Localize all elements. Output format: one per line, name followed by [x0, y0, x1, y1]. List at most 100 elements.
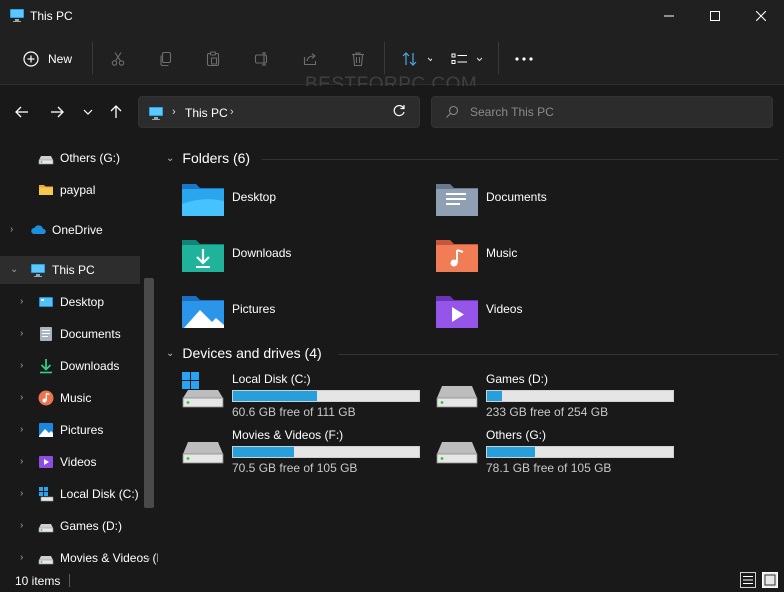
sidebar-item-documents[interactable]: › Documents	[0, 320, 140, 348]
chevron-right-icon[interactable]: ›	[20, 488, 23, 499]
sidebar-item-local-disk-c[interactable]: › Local Disk (C:)	[0, 480, 140, 508]
delete-button[interactable]	[346, 45, 370, 73]
sidebar-item-this-pc[interactable]: ⌄ This PC	[0, 256, 140, 284]
cut-button[interactable]	[106, 45, 130, 73]
sidebar-item-others-g[interactable]: Others (G:)	[0, 144, 140, 172]
sidebar-item-music[interactable]: › Music	[0, 384, 140, 412]
refresh-button[interactable]	[392, 104, 406, 121]
sidebar-item-desktop[interactable]: › Desktop	[0, 288, 140, 316]
folder-tile-documents[interactable]: Documents	[436, 182, 686, 232]
drive-tile-f[interactable]: Movies & Videos (F:) 70.5 GB free of 105…	[182, 428, 432, 480]
chevron-right-icon[interactable]: ›	[20, 360, 23, 371]
close-button[interactable]	[738, 0, 784, 32]
sidebar-item-games-d[interactable]: › Games (D:)	[0, 512, 140, 540]
chevron-right-icon[interactable]: ›	[20, 456, 23, 467]
address-row: › This PC ›	[0, 86, 784, 138]
sidebar-item-label: Local Disk (C:)	[60, 487, 139, 501]
sidebar-item-label: Documents	[60, 327, 121, 341]
search-input[interactable]	[470, 103, 760, 121]
folder-tile-videos[interactable]: Videos	[436, 294, 686, 344]
address-bar[interactable]: › This PC ›	[138, 96, 420, 128]
drives-group-header[interactable]: ⌄ Devices and drives (4)	[166, 345, 322, 361]
folder-label: Desktop	[232, 190, 277, 204]
folder-tile-desktop[interactable]: Desktop	[182, 182, 432, 232]
videos-icon	[38, 454, 54, 473]
maximize-icon	[710, 11, 720, 21]
maximize-button[interactable]	[692, 0, 738, 32]
sidebar-item-label: paypal	[60, 183, 96, 197]
forward-button[interactable]	[44, 100, 70, 124]
sidebar-item-label: This PC	[52, 263, 95, 277]
drive-free-space: 60.6 GB free of 111 GB	[232, 405, 356, 419]
windows-drive-icon	[38, 486, 54, 505]
title-bar: This PC	[0, 0, 784, 32]
close-icon	[756, 11, 766, 21]
paste-button[interactable]	[201, 45, 225, 73]
folders-group-header[interactable]: ⌄ Folders (6)	[166, 150, 250, 166]
navigation-pane: Others (G:) paypal › OneDrive ⌄ This PC …	[0, 138, 158, 568]
back-button[interactable]	[9, 100, 35, 124]
drive-usage-bar	[486, 390, 674, 402]
sidebar-item-onedrive[interactable]: › OneDrive	[0, 216, 140, 244]
details-view-button[interactable]	[740, 572, 756, 588]
item-count: 10 items	[15, 574, 61, 588]
tiles-view-button[interactable]	[762, 572, 778, 588]
chevron-right-icon[interactable]: ›	[20, 520, 23, 531]
drive-icon	[38, 518, 54, 537]
chevron-down-icon[interactable]: ⌄	[10, 264, 18, 275]
copy-icon	[160, 51, 172, 67]
sidebar-item-downloads[interactable]: › Downloads	[0, 352, 140, 380]
documents-icon	[38, 326, 54, 345]
sidebar-item-label: Downloads	[60, 359, 120, 373]
chevron-down-icon: ⌄	[166, 152, 175, 164]
toolbar-divider	[92, 42, 93, 74]
monitor-icon	[9, 7, 25, 26]
share-button[interactable]	[298, 45, 322, 73]
sidebar-item-movies-videos-f[interactable]: › Movies & Videos (F:)	[0, 544, 158, 568]
rename-button[interactable]	[250, 45, 274, 73]
desktop-folder-icon	[182, 182, 224, 219]
new-button[interactable]: New	[14, 45, 84, 73]
chevron-right-icon[interactable]: ›	[20, 296, 23, 307]
drive-label: Games (D:)	[486, 372, 549, 386]
folder-icon	[38, 182, 54, 201]
chevron-right-icon[interactable]: ›	[20, 552, 23, 563]
more-options-button[interactable]	[512, 45, 536, 73]
sidebar-item-pictures[interactable]: › Pictures	[0, 416, 140, 444]
more-icon	[515, 57, 533, 61]
chevron-right-icon[interactable]: ›	[10, 224, 13, 235]
chevron-right-icon[interactable]: ›	[20, 424, 23, 435]
drive-label: Others (G:)	[486, 428, 547, 442]
folder-tile-downloads[interactable]: Downloads	[182, 238, 432, 288]
chevron-right-icon[interactable]: ›	[230, 106, 234, 118]
sidebar-scroll-thumb[interactable]	[144, 278, 154, 508]
sort-button[interactable]	[398, 45, 436, 73]
onedrive-icon	[30, 222, 48, 241]
rename-icon	[254, 52, 268, 66]
drive-tile-g[interactable]: Others (G:) 78.1 GB free of 105 GB	[436, 428, 686, 480]
chevron-right-icon[interactable]: ›	[20, 328, 23, 339]
documents-folder-icon	[436, 182, 478, 219]
chevron-right-icon[interactable]: ›	[20, 392, 23, 403]
minimize-button[interactable]	[646, 0, 692, 32]
search-box[interactable]	[431, 96, 773, 128]
drive-label: Movies & Videos (F:)	[232, 428, 344, 442]
view-button[interactable]	[449, 45, 487, 73]
sidebar-item-paypal[interactable]: paypal	[0, 176, 140, 204]
sidebar-item-videos[interactable]: › Videos	[0, 448, 140, 476]
up-button[interactable]	[103, 100, 129, 124]
drive-free-space: 78.1 GB free of 105 GB	[486, 461, 612, 475]
chevron-down-icon: ⌄	[166, 347, 175, 359]
folder-tile-pictures[interactable]: Pictures	[182, 294, 432, 344]
sort-icon	[402, 52, 432, 66]
folder-label: Music	[486, 246, 518, 260]
scroll-down-icon[interactable]: ⌄	[144, 552, 152, 563]
status-divider	[69, 574, 70, 587]
breadcrumb[interactable]: This PC	[185, 106, 228, 120]
folder-tile-music[interactable]: Music	[436, 238, 686, 288]
drive-tile-c[interactable]: Local Disk (C:) 60.6 GB free of 111 GB	[182, 372, 432, 424]
recent-locations-button[interactable]	[75, 100, 101, 124]
copy-button[interactable]	[154, 45, 178, 73]
chevron-right-icon[interactable]: ›	[172, 106, 176, 118]
drive-tile-d[interactable]: Games (D:) 233 GB free of 254 GB	[436, 372, 686, 424]
